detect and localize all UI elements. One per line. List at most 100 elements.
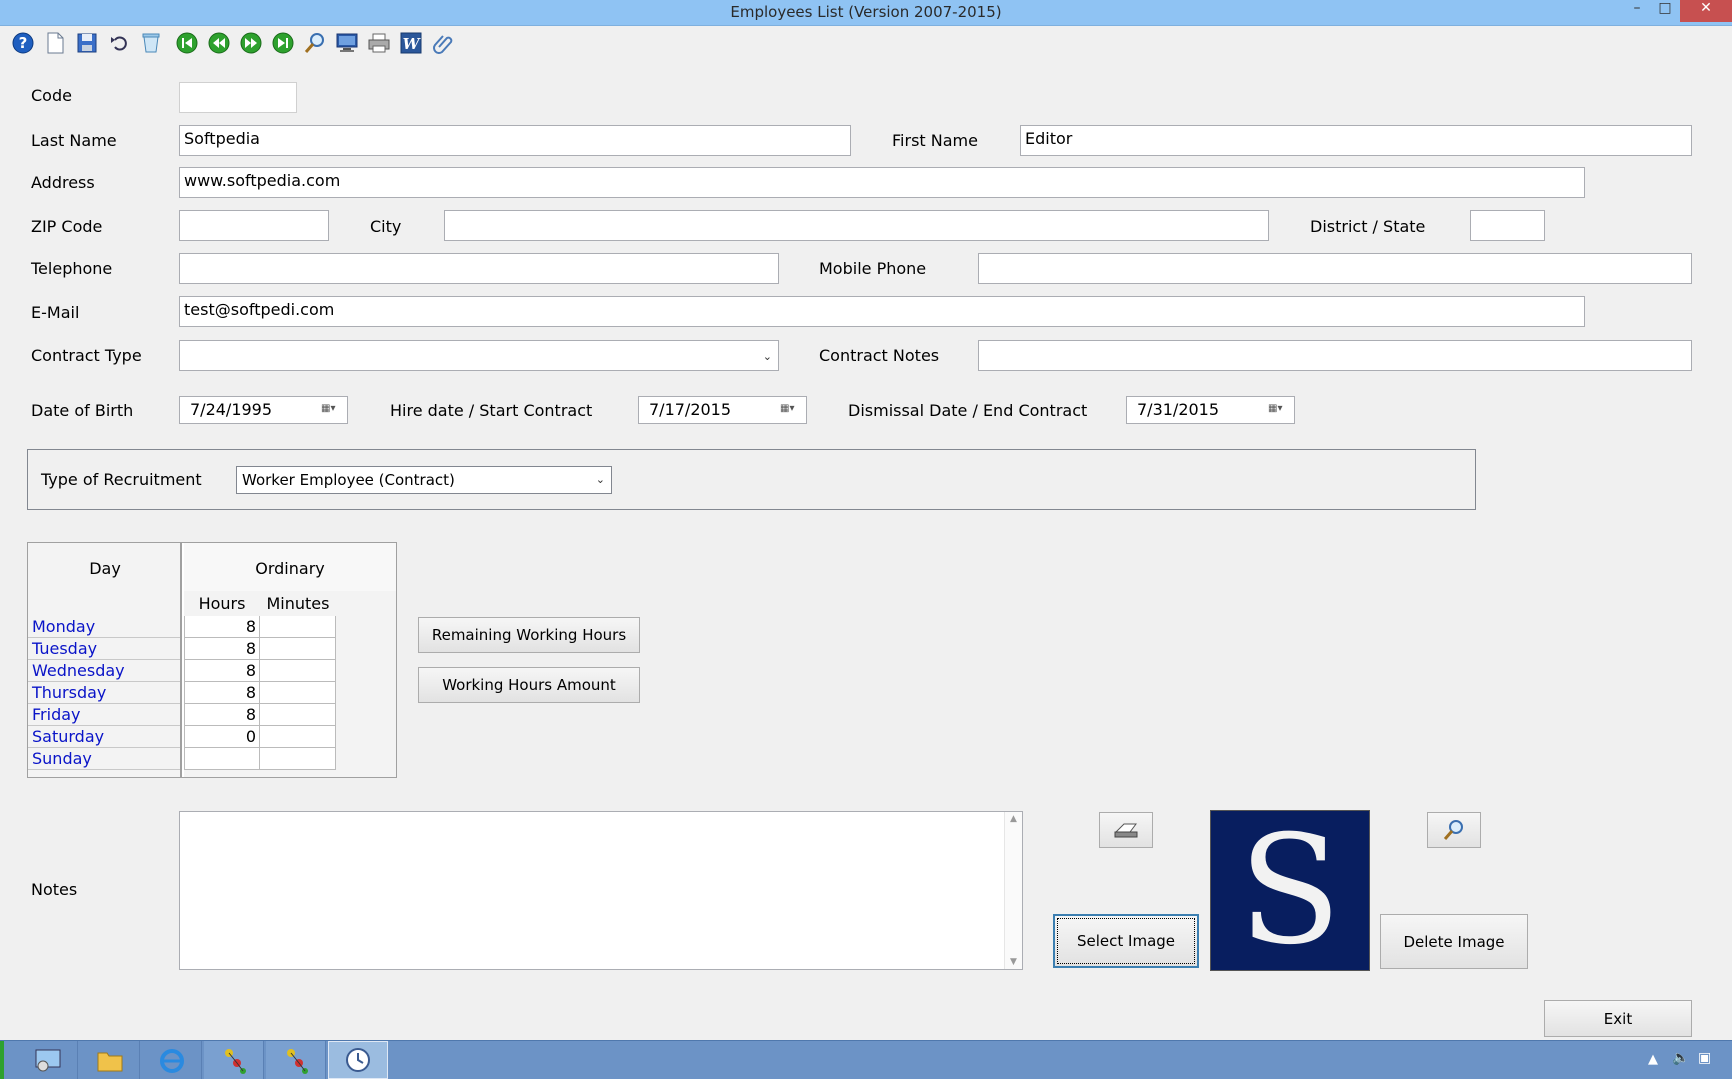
scroll-down-icon[interactable]: ▼	[1005, 957, 1022, 967]
select-image-button[interactable]: Select Image	[1053, 914, 1199, 968]
day-cell: Saturday	[28, 726, 180, 748]
hire-date-value: 7/17/2015	[649, 400, 732, 419]
contract-type-combo[interactable]: ⌄	[179, 340, 779, 371]
clock-app-icon[interactable]	[328, 1041, 388, 1079]
hours-cell[interactable]: 8	[184, 616, 260, 638]
zip-input[interactable]	[179, 210, 329, 241]
notes-scrollbar[interactable]: ▲ ▼	[1004, 812, 1022, 969]
mobile-input[interactable]	[978, 253, 1692, 284]
zoom-image-button[interactable]	[1427, 812, 1481, 848]
close-button[interactable]: ✕	[1680, 0, 1732, 22]
attach-icon[interactable]	[430, 30, 456, 56]
chevron-down-icon[interactable]: ⌄	[596, 473, 605, 486]
city-label: City	[370, 217, 402, 236]
app-one-icon[interactable]	[204, 1041, 264, 1079]
contract-notes-label: Contract Notes	[819, 346, 940, 365]
hours-cell[interactable]: 8	[184, 704, 260, 726]
dismissal-date-label: Dismissal Date / End Contract	[848, 401, 1088, 420]
maximize-button[interactable]: □	[1652, 0, 1678, 22]
email-input[interactable]: test@softpedi.com	[179, 296, 1585, 327]
exit-button[interactable]: Exit	[1544, 1000, 1692, 1037]
working-hours-amount-button[interactable]: Working Hours Amount	[418, 667, 640, 703]
state-input[interactable]	[1470, 210, 1545, 241]
state-label: District / State	[1310, 217, 1426, 236]
file-explorer-icon[interactable]	[80, 1041, 140, 1079]
photo-letter: S	[1238, 803, 1342, 978]
minutes-cell[interactable]	[260, 638, 336, 660]
calendar-dropdown-icon[interactable]: ▦▾	[1268, 403, 1288, 417]
city-input[interactable]	[444, 210, 1269, 241]
dismissal-date-picker[interactable]: 7/31/2015 ▦▾	[1126, 396, 1295, 424]
last-name-label: Last Name	[31, 131, 117, 150]
minutes-cell[interactable]	[260, 616, 336, 638]
minutes-cell[interactable]	[260, 704, 336, 726]
minutes-cell[interactable]	[260, 726, 336, 748]
volume-icon[interactable]: 🔈	[1672, 1050, 1689, 1066]
hours-cell[interactable]: 8	[184, 660, 260, 682]
network-icon[interactable]: ▣	[1698, 1050, 1711, 1066]
first-name-input[interactable]: Editor	[1020, 125, 1692, 156]
app-two-icon[interactable]	[266, 1041, 326, 1079]
minimize-button[interactable]: –	[1624, 0, 1650, 22]
first-record-icon[interactable]	[174, 30, 200, 56]
previous-record-icon[interactable]	[206, 30, 232, 56]
title-bar[interactable]: Employees List (Version 2007-2015) – □ ✕	[0, 0, 1732, 26]
hours-cell[interactable]: 0	[184, 726, 260, 748]
dob-picker[interactable]: 7/24/1995 ▦▾	[179, 396, 348, 424]
last-record-icon[interactable]	[270, 30, 296, 56]
first-name-label: First Name	[892, 131, 978, 150]
recruitment-label: Type of Recruitment	[41, 470, 202, 489]
control-panel-icon[interactable]	[18, 1041, 78, 1079]
minutes-header: Minutes	[266, 594, 330, 613]
delete-image-button[interactable]: Delete Image	[1380, 914, 1528, 969]
recruitment-select[interactable]: Worker Employee (Contract) ⌄	[236, 466, 612, 494]
remaining-working-hours-button[interactable]: Remaining Working Hours	[418, 617, 640, 653]
day-cell: Wednesday	[28, 660, 180, 682]
ordinary-header: Ordinary	[255, 559, 325, 578]
scanner-icon	[1114, 823, 1138, 838]
preview-icon[interactable]	[334, 30, 360, 56]
delete-icon[interactable]	[138, 30, 164, 56]
word-export-icon[interactable]: W	[398, 30, 424, 56]
zip-label: ZIP Code	[31, 217, 103, 236]
hours-cell[interactable]: 8	[184, 682, 260, 704]
hours-cell[interactable]: 8	[184, 638, 260, 660]
address-input[interactable]: www.softpedia.com	[179, 167, 1585, 198]
dob-value: 7/24/1995	[190, 400, 273, 419]
help-icon[interactable]: ?	[10, 30, 36, 56]
contract-notes-input[interactable]	[978, 340, 1692, 371]
scroll-up-icon[interactable]: ▲	[1005, 814, 1022, 824]
search-icon[interactable]	[302, 30, 328, 56]
code-label: Code	[31, 86, 72, 105]
calendar-dropdown-icon[interactable]: ▦▾	[780, 403, 800, 417]
save-icon[interactable]	[74, 30, 100, 56]
day-cell: Monday	[28, 616, 180, 638]
hire-date-label: Hire date / Start Contract	[390, 401, 593, 420]
new-document-icon[interactable]	[42, 30, 68, 56]
minutes-cell[interactable]	[260, 682, 336, 704]
svg-text:W: W	[403, 35, 422, 53]
notes-textarea[interactable]: ▲ ▼	[179, 811, 1023, 970]
employee-photo: S	[1210, 810, 1370, 971]
undo-icon[interactable]	[106, 30, 132, 56]
code-input[interactable]	[179, 82, 297, 113]
telephone-input[interactable]	[179, 253, 779, 284]
calendar-dropdown-icon[interactable]: ▦▾	[321, 403, 341, 417]
email-label: E-Mail	[31, 303, 80, 322]
dob-label: Date of Birth	[31, 401, 134, 420]
minutes-cell[interactable]	[260, 748, 336, 770]
chevron-down-icon[interactable]: ⌄	[763, 350, 772, 363]
hire-date-picker[interactable]: 7/17/2015 ▦▾	[638, 396, 807, 424]
scanner-button[interactable]	[1099, 812, 1153, 848]
next-record-icon[interactable]	[238, 30, 264, 56]
day-cell: Thursday	[28, 682, 180, 704]
minutes-cell[interactable]	[260, 660, 336, 682]
hours-cell[interactable]	[184, 748, 260, 770]
tray-arrow-icon[interactable]: ▲	[1648, 1052, 1658, 1067]
working-hours-grid[interactable]: Day Ordinary Hours Minutes Monday 8 Tues…	[27, 542, 397, 778]
internet-explorer-icon[interactable]	[142, 1041, 202, 1079]
print-icon[interactable]	[366, 30, 392, 56]
address-label: Address	[31, 173, 95, 192]
day-cell: Tuesday	[28, 638, 180, 660]
last-name-input[interactable]: Softpedia	[179, 125, 851, 156]
